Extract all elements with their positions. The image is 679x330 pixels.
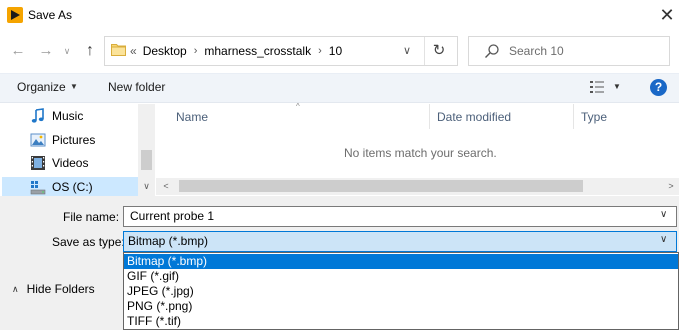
empty-state-message: No items match your search. (344, 146, 497, 160)
hide-folders-button[interactable]: ∧ Hide Folders (12, 282, 95, 296)
column-header-name[interactable]: Name (176, 110, 208, 124)
address-divider (424, 37, 425, 65)
folder-icon (111, 44, 126, 56)
dropdown-option-gif[interactable]: GIF (*.gif) (124, 269, 678, 284)
window-title: Save As (28, 8, 73, 22)
horizontal-scroll-thumb[interactable] (179, 180, 583, 192)
sort-ascending-icon: ^ (296, 102, 300, 111)
command-bar (0, 73, 679, 103)
column-divider[interactable] (429, 104, 430, 129)
refresh-button[interactable]: ↻ (428, 39, 450, 63)
chevron-down-icon[interactable]: ∨ (660, 209, 667, 220)
address-dropdown-button[interactable]: ∨ (398, 40, 416, 62)
sidebar-item-label: OS (C:) (52, 180, 93, 194)
scroll-down-icon[interactable]: ∨ (139, 178, 154, 194)
dropdown-option-png[interactable]: PNG (*.png) (124, 299, 678, 314)
breadcrumb-item-mharness-crosstalk[interactable]: mharness_crosstalk (204, 44, 311, 58)
dropdown-option-jpg[interactable]: JPEG (*.jpg) (124, 284, 678, 299)
column-header-date-modified[interactable]: Date modified (437, 110, 511, 124)
drive-icon (30, 181, 46, 195)
sidebar-item-os-drive[interactable]: OS (C:) (2, 177, 138, 197)
column-header-type[interactable]: Type (581, 110, 607, 124)
videos-icon (31, 156, 45, 170)
navigation-scroll-thumb[interactable] (141, 150, 152, 170)
chevron-down-icon[interactable]: ▼ (70, 82, 78, 91)
breadcrumb-separator-icon[interactable]: › (187, 45, 205, 57)
recent-locations-button[interactable]: ∨ (60, 39, 74, 63)
app-logo-icon (7, 7, 23, 23)
sidebar-item-label: Videos (52, 156, 89, 170)
chevron-down-icon[interactable]: ∨ (660, 234, 667, 245)
breadcrumb-item-desktop[interactable]: Desktop (143, 44, 187, 58)
up-folder-button[interactable]: ↑ (80, 39, 100, 63)
save-as-type-label: Save as type: (52, 235, 125, 249)
scroll-right-icon[interactable]: > (663, 178, 679, 195)
search-icon (485, 44, 499, 58)
chevron-down-icon[interactable]: ▼ (613, 82, 621, 91)
file-name-value[interactable]: Current probe 1 (130, 209, 214, 223)
pictures-icon (30, 133, 46, 147)
dropdown-option-bmp[interactable]: Bitmap (*.bmp) (124, 254, 678, 269)
file-name-label: File name: (63, 210, 120, 224)
forward-button[interactable]: → (36, 39, 56, 63)
organize-button[interactable]: Organize (17, 80, 66, 94)
music-icon (31, 108, 44, 123)
breadcrumb: « Desktop › mharness_crosstalk › 10 (130, 42, 342, 60)
help-icon[interactable]: ? (650, 79, 667, 96)
sidebar-item-videos[interactable]: Videos (30, 153, 88, 173)
breadcrumb-separator-icon[interactable]: › (311, 45, 329, 57)
dropdown-option-tif[interactable]: TIFF (*.tif) (124, 314, 678, 329)
close-button[interactable]: ✕ (655, 4, 679, 26)
sidebar-item-pictures[interactable]: Pictures (30, 130, 95, 150)
breadcrumb-item-10[interactable]: 10 (329, 44, 342, 58)
sidebar-item-music[interactable]: Music (30, 106, 83, 126)
chevron-up-icon: ∧ (12, 283, 19, 294)
scroll-left-icon[interactable]: < (158, 178, 174, 195)
title-bar (0, 0, 679, 31)
save-as-type-value[interactable]: Bitmap (*.bmp) (128, 234, 208, 248)
new-folder-button[interactable]: New folder (108, 80, 165, 94)
column-divider[interactable] (573, 104, 574, 129)
view-options-icon[interactable] (589, 80, 605, 94)
search-placeholder: Search 10 (509, 44, 564, 58)
sidebar-item-label: Pictures (52, 133, 96, 147)
sidebar-item-label: Music (52, 109, 84, 123)
back-button[interactable]: ← (8, 39, 28, 63)
hide-folders-label: Hide Folders (26, 282, 95, 296)
breadcrumb-overflow-icon[interactable]: « (130, 44, 143, 58)
